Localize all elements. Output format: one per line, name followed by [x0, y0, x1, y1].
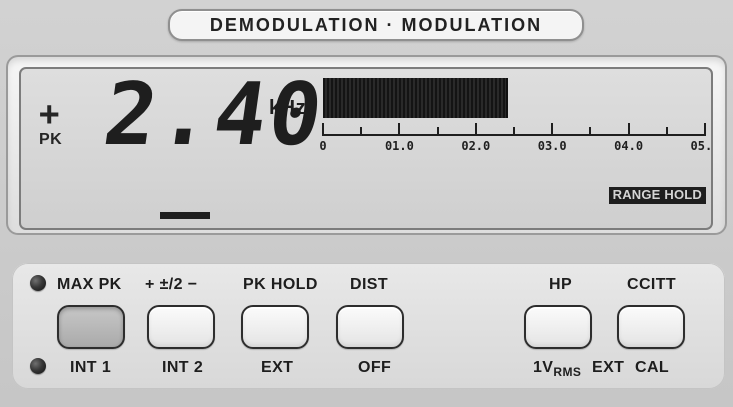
max-pk-button[interactable] [57, 305, 125, 349]
scale-tick [704, 123, 706, 136]
scale-tick [627, 123, 630, 136]
instrument-panel: DEMODULATION · MODULATION + PK 2.40 kHz … [0, 0, 733, 407]
scale-tick [398, 123, 401, 136]
scale-tick-label: 05.0 [690, 139, 713, 153]
scale-tick [665, 127, 668, 136]
half-mode-button[interactable] [147, 305, 215, 349]
lcd-display: + PK 2.40 kHz 001.002.003.004.005.0 RANG… [19, 67, 713, 230]
scale-tick-label: 0 [319, 139, 327, 153]
range-hold-indicator: RANGE HOLD [608, 187, 706, 204]
scale-tick [513, 127, 515, 136]
ccitt-label: CCITT [627, 276, 677, 293]
control-strip: MAX PK + ±/2 − PK HOLD DIST HP CCITT INT… [12, 263, 725, 389]
cal-label: CAL [635, 359, 670, 376]
scale-tick-label: 04.0 [614, 139, 644, 153]
panel-title-plate: DEMODULATION · MODULATION [168, 9, 584, 41]
vrms-subscript-text: RMS [553, 365, 582, 380]
pk-hold-label: PK HOLD [243, 276, 318, 293]
scale-tick [551, 123, 554, 136]
int-1-label: INT 1 [70, 359, 112, 376]
level-bar-fill [323, 78, 509, 118]
scale-tick-label: 01.0 [384, 139, 414, 153]
frequency-unit: kHz [269, 97, 307, 119]
scale-tick [360, 127, 363, 136]
ccitt-button[interactable] [617, 305, 685, 349]
ext-secondary-label: EXT [592, 359, 625, 376]
max-pk-label: MAX PK [57, 276, 122, 293]
hp-button[interactable] [524, 305, 592, 349]
status-led-bottom [30, 358, 46, 374]
vrms-main-text: 1V [533, 359, 554, 376]
measurement-sign: + [39, 94, 60, 134]
scale-tick-label: 03.0 [537, 139, 567, 153]
dist-button[interactable] [336, 305, 404, 349]
int-2-label: INT 2 [162, 359, 204, 376]
level-bar-graph: 0 01.0 02.0 03.0 04.0 05.0 [319, 78, 711, 156]
display-underline-indicator [160, 212, 210, 219]
off-label: OFF [358, 359, 392, 376]
half-mode-label: + ±/2 − [145, 276, 198, 293]
ext-label: EXT [261, 359, 294, 376]
scale-tick [436, 127, 439, 136]
peak-mode-indicator: PK [39, 131, 63, 148]
scale-tick-label: 02.0 [461, 139, 491, 153]
scale-tick [322, 123, 324, 136]
scale-tick [589, 127, 592, 136]
panel-title: DEMODULATION · MODULATION [209, 14, 543, 35]
scale-tick [474, 123, 477, 136]
status-led-top [30, 275, 46, 291]
dist-label: DIST [350, 276, 389, 293]
hp-label: HP [549, 276, 573, 293]
vrms-label: 1VRMS [533, 359, 581, 379]
pk-hold-button[interactable] [241, 305, 309, 349]
